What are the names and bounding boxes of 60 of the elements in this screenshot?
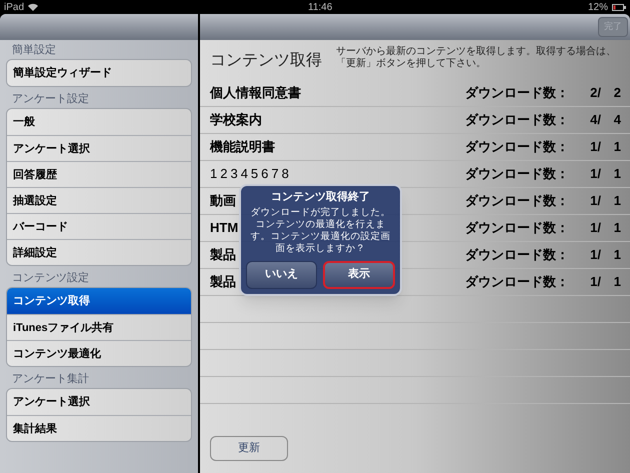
sidebar-item[interactable]: 詳細設定 [7, 239, 191, 265]
content-name: 製品 [210, 246, 236, 264]
dialog-button[interactable]: 表示 [322, 260, 395, 288]
description: サーバから最新のコンテンツを取得します。取得する場合は、「更新」ボタンを押して下さい。 [336, 46, 616, 70]
clock: 11:46 [308, 0, 332, 14]
sidebar-item[interactable]: 簡単設定ウィザード [7, 60, 191, 86]
download-count: 1/ [589, 192, 601, 210]
sidebar-item[interactable]: 一般 [7, 109, 191, 135]
sidebar-item[interactable]: コンテンツ最適化 [7, 340, 191, 366]
sidebar-item[interactable]: バーコード [7, 213, 191, 239]
sidebar-item[interactable]: アンケート選択 [7, 389, 191, 415]
download-count: 1/ [589, 246, 601, 264]
sidebar-item[interactable]: iTunesファイル共有 [7, 314, 191, 340]
device-name: iPad [4, 0, 24, 14]
download-total: 4 [612, 111, 621, 130]
sidebar-item[interactable]: 抽選設定 [7, 187, 191, 213]
dialog-message: ダウンロードが完了しました。コンテンツの最適化を行えます。コンテンツ最適化の設定画面を表示しますか？ [250, 206, 392, 254]
download-total: 2 [612, 84, 621, 102]
battery-level: 12% [588, 0, 608, 14]
download-label: ダウンロード数： [465, 138, 569, 156]
download-label: ダウンロード数： [465, 273, 569, 292]
content-name: HTM [210, 219, 238, 238]
section-header: コンテンツ設定 [11, 270, 90, 286]
download-count: 1/ [589, 219, 601, 238]
update-button[interactable]: 更新 [210, 436, 288, 461]
download-count: 2/ [589, 84, 601, 102]
download-label: ダウンロード数： [465, 192, 569, 210]
download-count: 1/ [589, 273, 601, 292]
section-header: 簡単設定 [11, 42, 57, 58]
sidebar-item[interactable]: アンケート選択 [7, 135, 191, 161]
download-label: ダウンロード数： [465, 84, 569, 102]
download-count: 1/ [589, 165, 601, 184]
download-label: ダウンロード数： [465, 111, 569, 130]
download-label: ダウンロード数： [465, 219, 569, 238]
download-total: 1 [612, 246, 621, 264]
sidebar-item[interactable]: 集計結果 [7, 415, 191, 441]
download-total: 1 [612, 219, 621, 238]
content-name: 製品 [210, 273, 236, 292]
content-name: 学校案内 [210, 111, 262, 130]
wifi-icon [28, 3, 38, 11]
download-count: 1/ [589, 138, 601, 156]
download-total: 1 [612, 273, 621, 292]
dialog-button[interactable]: いいえ [246, 260, 316, 288]
section-header: アンケート集計 [11, 372, 90, 387]
section-header: アンケート設定 [11, 92, 90, 107]
content-name: 動画 [210, 192, 236, 210]
download-total: 1 [612, 165, 621, 184]
sidebar-item[interactable]: 回答履歴 [7, 161, 191, 187]
battery-icon [612, 4, 626, 10]
dialog-title: コンテンツ取得終了 [271, 190, 370, 205]
page-title: コンテンツ取得 [210, 51, 322, 71]
content-name: 個人情報同意書 [210, 84, 301, 102]
sidebar-item[interactable]: コンテンツ取得 [7, 288, 191, 314]
download-count: 4/ [589, 111, 601, 130]
download-total: 1 [612, 138, 621, 156]
content-name: 12345678 [210, 165, 292, 184]
content-name: 機能説明書 [210, 138, 275, 156]
download-label: ダウンロード数： [465, 165, 569, 184]
download-total: 1 [612, 192, 621, 210]
download-label: ダウンロード数： [465, 246, 569, 264]
